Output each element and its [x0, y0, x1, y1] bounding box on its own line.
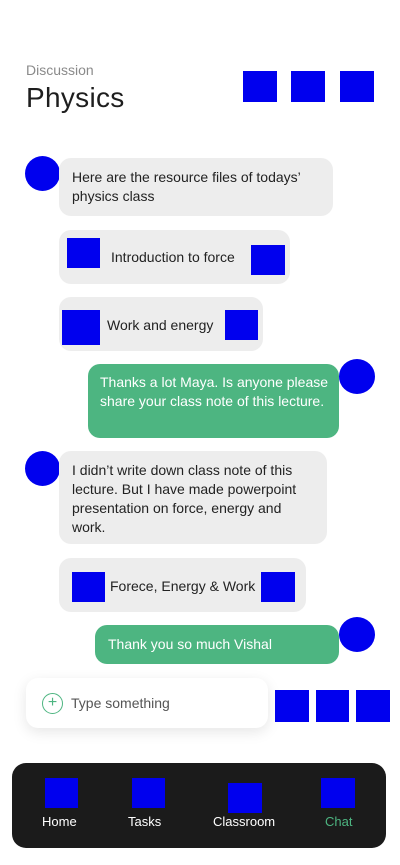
attach-icon[interactable]: [275, 690, 309, 722]
message-text: I didn’t write down class note of this l…: [72, 462, 297, 535]
nav-label: Classroom: [213, 814, 276, 829]
message-input[interactable]: [71, 692, 256, 714]
chat-bubble-sent: Thank you so much Vishal: [95, 625, 339, 664]
chat-bubble-sent: Thanks a lot Maya. Is anyone please shar…: [88, 364, 339, 438]
nav-label: Tasks: [128, 814, 162, 829]
send-icon[interactable]: [356, 690, 390, 722]
message-text: Here are the resource files of todays’ p…: [72, 169, 301, 204]
file-icon: [67, 238, 100, 268]
message-text: Thanks a lot Maya. Is anyone please shar…: [100, 374, 329, 409]
message-text: Thank you so much Vishal: [108, 636, 272, 652]
mic-icon[interactable]: [316, 690, 349, 722]
page-subtitle: Discussion: [26, 62, 94, 78]
classroom-icon: [228, 783, 262, 813]
page-title: Physics: [26, 82, 125, 113]
chat-icon: [321, 778, 355, 808]
download-icon[interactable]: [261, 572, 295, 602]
nav-item-tasks[interactable]: Tasks: [122, 763, 174, 848]
bottom-navbar: Home Tasks Classroom Chat: [12, 763, 386, 848]
chat-bubble-received: I didn’t write down class note of this l…: [59, 451, 327, 544]
avatar[interactable]: [339, 359, 375, 394]
avatar[interactable]: [25, 451, 60, 486]
chat-bubble-received: Here are the resource files of todays’ p…: [59, 158, 333, 216]
nav-item-home[interactable]: Home: [34, 763, 86, 848]
header-action-icon-2[interactable]: [291, 71, 325, 102]
header-action-icon-3[interactable]: [340, 71, 374, 102]
header-action-icon-1[interactable]: [243, 71, 277, 102]
file-icon: [72, 572, 105, 602]
nav-item-classroom[interactable]: Classroom: [210, 763, 284, 848]
file-attachment[interactable]: Work and energy: [59, 297, 263, 351]
nav-label: Chat: [325, 814, 353, 829]
file-name: Work and energy: [107, 317, 214, 333]
file-attachment[interactable]: Forece, Energy & Work: [59, 558, 306, 612]
avatar[interactable]: [25, 156, 60, 191]
download-icon[interactable]: [225, 310, 258, 340]
plus-icon[interactable]: +: [42, 693, 63, 714]
download-icon[interactable]: [251, 245, 285, 275]
file-icon: [62, 310, 100, 345]
avatar[interactable]: [339, 617, 375, 652]
tasks-icon: [132, 778, 165, 808]
message-composer: +: [26, 678, 268, 728]
nav-item-chat[interactable]: Chat: [315, 763, 367, 848]
file-name: Forece, Energy & Work: [110, 578, 256, 594]
home-icon: [45, 778, 78, 808]
nav-label: Home: [42, 814, 77, 829]
file-attachment[interactable]: Introduction to force: [59, 230, 290, 284]
file-name: Introduction to force: [111, 249, 235, 265]
